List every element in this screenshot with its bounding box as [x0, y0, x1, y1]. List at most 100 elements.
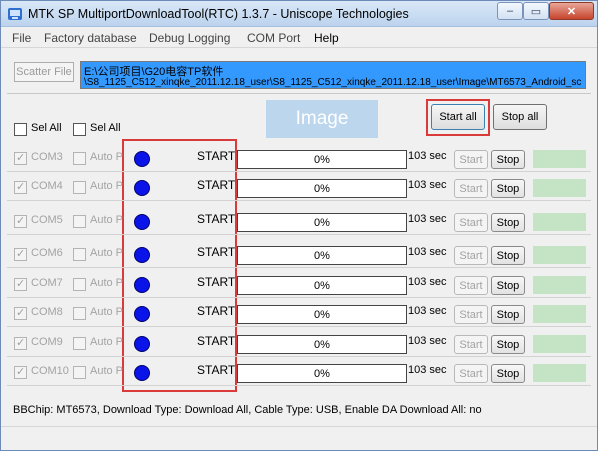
auto-pl-label: Auto PL: [90, 214, 123, 226]
port-stop-button[interactable]: Stop: [491, 305, 525, 324]
port-name: COM6: [31, 247, 63, 259]
port-start-button[interactable]: Start: [454, 150, 488, 169]
elapsed-time: 103 sec: [408, 246, 447, 258]
port-checkbox[interactable]: ✓: [14, 215, 27, 228]
port-status-indicator: [533, 179, 586, 197]
progress-text: 0%: [314, 279, 330, 292]
progress-text: 0%: [314, 249, 330, 262]
status-dot-icon: [134, 247, 150, 263]
auto-pl-label: Auto PL: [90, 336, 123, 348]
port-start-button[interactable]: Start: [454, 213, 488, 232]
elapsed-time: 103 sec: [408, 276, 447, 288]
auto-pl-label: Auto PL: [90, 365, 123, 377]
progress-text: 0%: [314, 308, 330, 321]
status-dot-icon: [134, 151, 150, 167]
sel-all-checkbox-2[interactable]: [73, 123, 86, 136]
port-checkbox[interactable]: ✓: [14, 366, 27, 379]
port-stop-button[interactable]: Stop: [491, 246, 525, 265]
port-start-button[interactable]: Start: [454, 364, 488, 383]
port-stop-button[interactable]: Stop: [491, 335, 525, 354]
start-all-button[interactable]: Start all: [431, 104, 485, 130]
port-stop-button[interactable]: Stop: [491, 150, 525, 169]
port-start-button[interactable]: Start: [454, 335, 488, 354]
port-start-button[interactable]: Start: [454, 179, 488, 198]
row-divider: [7, 385, 591, 386]
port-stop-button[interactable]: Stop: [491, 276, 525, 295]
port-action-text: START: [197, 149, 236, 163]
port-status-indicator: [533, 213, 586, 231]
progress-bar: 0%: [237, 276, 407, 295]
row-divider: [7, 267, 591, 268]
check-icon: ✓: [16, 215, 26, 227]
auto-pl-label: Auto PL: [90, 180, 123, 192]
minimize-button[interactable]: –: [497, 2, 523, 20]
auto-pl-checkbox[interactable]: [73, 278, 86, 291]
progress-bar: 0%: [237, 364, 407, 383]
port-stop-button[interactable]: Stop: [491, 213, 525, 232]
port-name: COM10: [31, 365, 69, 377]
close-button[interactable]: ✕: [549, 2, 594, 20]
image-placeholder: Image: [266, 100, 378, 138]
auto-pl-checkbox[interactable]: [73, 152, 86, 165]
port-status-indicator: [533, 335, 586, 353]
row-divider: [7, 356, 591, 357]
port-checkbox[interactable]: ✓: [14, 337, 27, 350]
port-status-indicator: [533, 305, 586, 323]
port-start-button[interactable]: Start: [454, 246, 488, 265]
auto-pl-checkbox[interactable]: [73, 337, 86, 350]
auto-pl-label: Auto PL: [90, 247, 123, 259]
port-checkbox[interactable]: ✓: [14, 278, 27, 291]
elapsed-time: 103 sec: [408, 179, 447, 191]
menu-com-port[interactable]: COM Port: [247, 31, 300, 45]
sel-all-label-2: Sel All: [90, 122, 121, 134]
port-status-indicator: [533, 246, 586, 264]
scatter-path-field[interactable]: E:\公司项目\G20电容TP软件 \S8_1125_C512_xinqke_2…: [80, 61, 586, 89]
progress-text: 0%: [314, 367, 330, 380]
port-name: COM8: [31, 306, 63, 318]
elapsed-time: 103 sec: [408, 150, 447, 162]
port-name: COM5: [31, 214, 63, 226]
auto-pl-checkbox[interactable]: [73, 248, 86, 261]
scatter-file-button[interactable]: Scatter File: [14, 62, 74, 82]
status-dot-icon: [134, 214, 150, 230]
port-name: COM7: [31, 277, 63, 289]
sel-all-checkbox-1[interactable]: [14, 123, 27, 136]
port-stop-button[interactable]: Stop: [491, 179, 525, 198]
row-divider: [7, 234, 591, 235]
elapsed-time: 103 sec: [408, 213, 447, 225]
check-icon: ✓: [16, 278, 26, 290]
port-stop-button[interactable]: Stop: [491, 364, 525, 383]
auto-pl-checkbox[interactable]: [73, 181, 86, 194]
stop-all-button[interactable]: Stop all: [493, 104, 547, 130]
port-checkbox[interactable]: ✓: [14, 181, 27, 194]
port-action-text: START: [197, 363, 236, 377]
menu-file[interactable]: File: [12, 31, 31, 45]
auto-pl-checkbox[interactable]: [73, 307, 86, 320]
row-divider: [7, 326, 591, 327]
port-checkbox[interactable]: ✓: [14, 248, 27, 261]
menu-factory-database[interactable]: Factory database: [44, 31, 137, 45]
port-action-text: START: [197, 275, 236, 289]
check-icon: ✓: [16, 337, 26, 349]
menu-debug-logging[interactable]: Debug Logging: [149, 31, 230, 45]
elapsed-time: 103 sec: [408, 305, 447, 317]
progress-bar: 0%: [237, 246, 407, 265]
auto-pl-checkbox[interactable]: [73, 215, 86, 228]
sel-all-label-1: Sel All: [31, 122, 62, 134]
auto-pl-label: Auto PL: [90, 306, 123, 318]
port-start-button[interactable]: Start: [454, 305, 488, 324]
auto-pl-checkbox[interactable]: [73, 366, 86, 379]
auto-pl-label: Auto PL: [90, 277, 123, 289]
port-checkbox[interactable]: ✓: [14, 152, 27, 165]
port-action-text: START: [197, 178, 236, 192]
check-icon: ✓: [16, 181, 26, 193]
port-name: COM3: [31, 151, 63, 163]
port-start-button[interactable]: Start: [454, 276, 488, 295]
port-checkbox[interactable]: ✓: [14, 307, 27, 320]
row-divider: [7, 171, 591, 172]
menu-help[interactable]: Help: [314, 31, 339, 45]
status-dot-icon: [134, 365, 150, 381]
port-action-text: START: [197, 304, 236, 318]
maximize-button[interactable]: ▭: [523, 2, 549, 20]
status-bar: BBChip: MT6573, Download Type: Download …: [7, 399, 591, 421]
